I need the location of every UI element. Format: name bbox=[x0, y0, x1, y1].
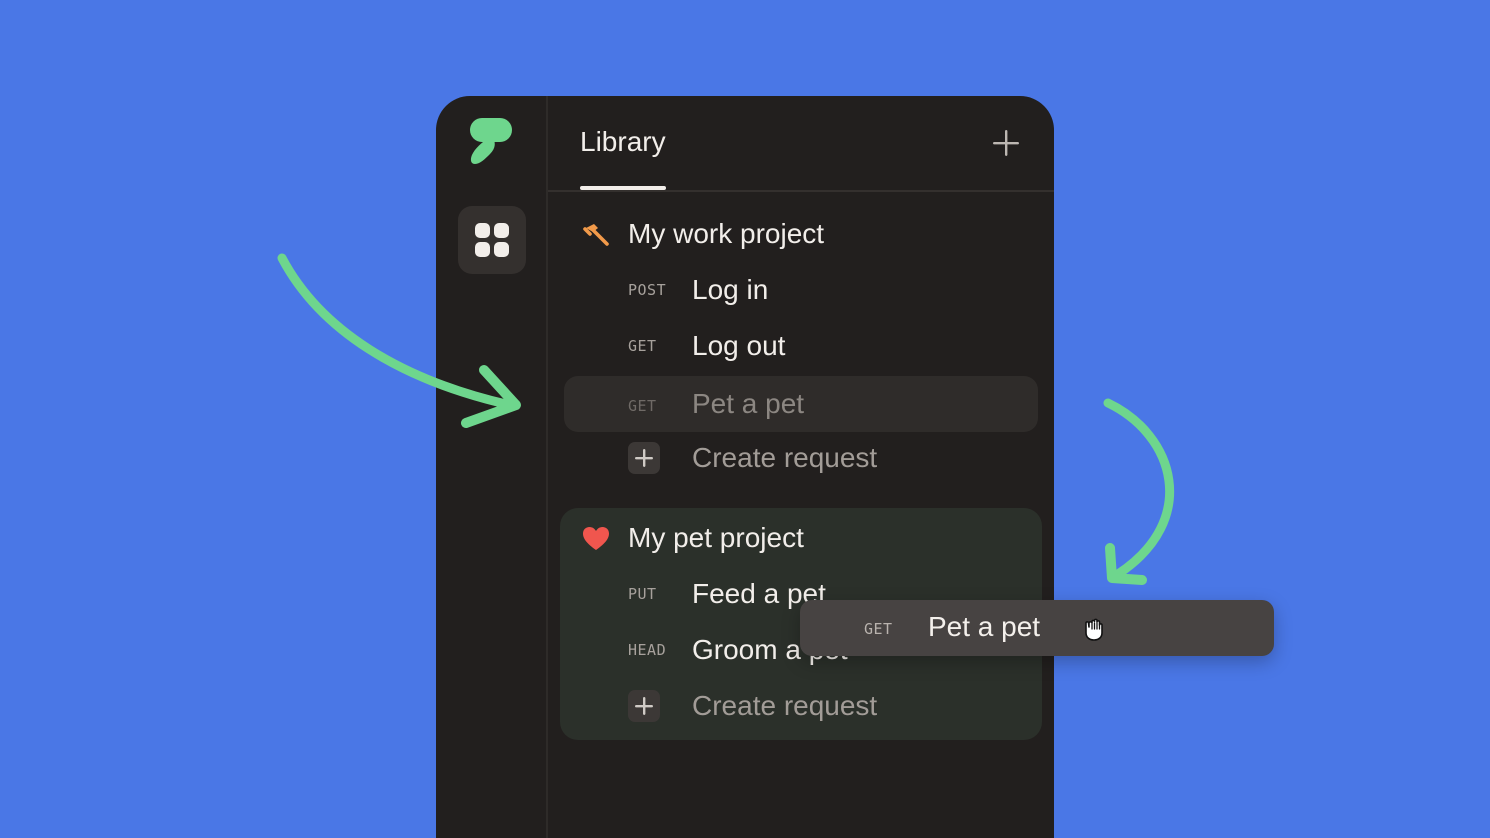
library-panel: Library My work project POST Log in GET … bbox=[548, 96, 1054, 838]
request-name: Pet a pet bbox=[692, 388, 805, 419]
hammer-icon bbox=[582, 222, 610, 253]
project-title[interactable]: My work project bbox=[628, 218, 824, 250]
method-label: GET bbox=[628, 397, 657, 415]
create-request-label: Create request bbox=[692, 690, 878, 721]
request-name: Log out bbox=[692, 330, 786, 361]
tab-library[interactable]: Library bbox=[580, 126, 666, 190]
method-label: HEAD bbox=[628, 641, 667, 659]
method-label: PUT bbox=[628, 585, 657, 603]
heart-icon bbox=[582, 526, 610, 557]
request-row[interactable]: POST Log in bbox=[564, 262, 1038, 318]
project-title[interactable]: My pet project bbox=[628, 522, 804, 554]
create-request-label: Create request bbox=[692, 442, 878, 473]
request-row[interactable]: GET Log out bbox=[564, 318, 1038, 374]
create-request-button[interactable]: Create request bbox=[564, 678, 1038, 734]
dragged-request[interactable]: GET Pet a pet bbox=[800, 600, 1274, 656]
method-label: GET bbox=[864, 620, 893, 638]
apps-button[interactable] bbox=[458, 206, 526, 274]
sidebar-rail bbox=[436, 96, 548, 838]
logo-icon bbox=[470, 118, 514, 170]
plus-icon bbox=[993, 130, 1019, 156]
add-button[interactable] bbox=[992, 129, 1020, 157]
grid-icon bbox=[475, 223, 509, 257]
app-window: Library My work project POST Log in GET … bbox=[436, 96, 1054, 838]
panel-header: Library bbox=[548, 96, 1054, 192]
stage: Library My work project POST Log in GET … bbox=[0, 0, 1490, 838]
create-request-button[interactable]: Create request bbox=[564, 430, 1038, 486]
plus-icon bbox=[628, 442, 660, 474]
request-name: Log in bbox=[692, 274, 769, 305]
plus-icon bbox=[628, 690, 660, 722]
request-name: Pet a pet bbox=[928, 611, 1041, 642]
method-label: GET bbox=[628, 337, 657, 355]
request-row-placeholder[interactable]: GET Pet a pet bbox=[564, 376, 1038, 432]
method-label: POST bbox=[628, 281, 667, 299]
grab-hand-icon bbox=[1080, 614, 1108, 647]
